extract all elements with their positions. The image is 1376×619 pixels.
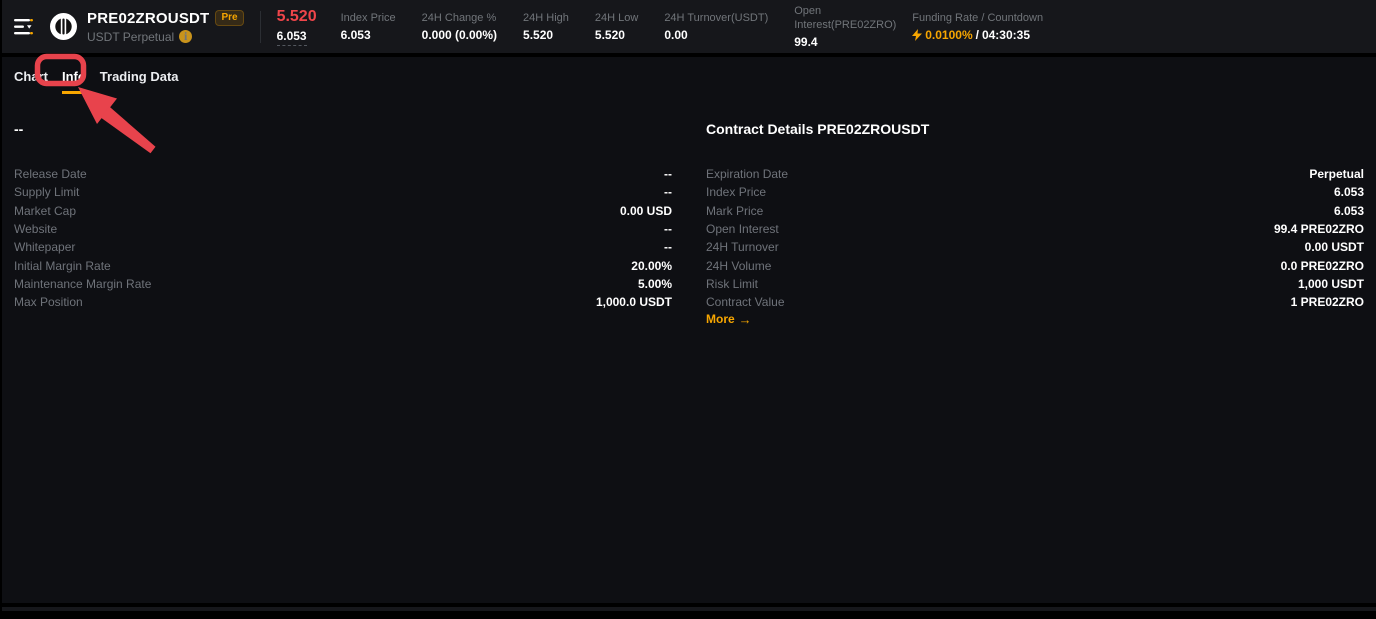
info-row-max-position: Max Position 1,000.0 USDT: [14, 293, 672, 311]
funding-rate: 0.0100%: [925, 28, 972, 42]
right-arrow-icon: →: [739, 312, 752, 327]
topbar: PRE02ZROUSDT Pre USDT Perpetual i 5.520 …: [0, 0, 1376, 53]
info-row-supply-limit: Supply Limit --: [14, 183, 672, 201]
topbar-stats: Index Price 6.053 24H Change % 0.000 (0.…: [341, 4, 1044, 49]
symbol-name: PRE02ZROUSDT: [87, 10, 209, 27]
info-row-release-date: Release Date --: [14, 165, 672, 183]
mark-price-underlined[interactable]: 6.053: [277, 29, 307, 46]
token-logo-icon: [50, 13, 77, 40]
stat-open-interest: Open Interest(PRE02ZRO) 99.4: [794, 4, 886, 49]
stat-24h-change: 24H Change % 0.000 (0.00%): [422, 11, 497, 42]
info-row-website: Website --: [14, 220, 672, 238]
contract-details-section: Contract Details PRE02ZROUSDT Expiration…: [706, 121, 1364, 327]
pre-badge: Pre: [215, 10, 243, 26]
last-price: 5.520: [277, 8, 317, 26]
price-block: 5.520 6.053: [277, 8, 317, 46]
info-row-initial-margin-rate: Initial Margin Rate 20.00%: [14, 256, 672, 274]
info-row-whitepaper: Whitepaper --: [14, 238, 672, 256]
more-link[interactable]: More →: [706, 312, 752, 327]
token-info-section: -- Release Date -- Supply Limit -- Marke…: [14, 121, 672, 327]
stat-index-price: Index Price 6.053: [341, 11, 396, 42]
info-icon[interactable]: i: [179, 30, 192, 43]
stat-24h-low: 24H Low 5.520: [595, 11, 638, 42]
funding-countdown: 04:30:35: [982, 28, 1030, 42]
contract-row-mark-price: Mark Price 6.053: [706, 202, 1364, 220]
contract-row-expiration-date: Expiration Date Perpetual: [706, 165, 1364, 183]
contract-row-contract-value: Contract Value 1 PRE02ZRO: [706, 293, 1364, 311]
tab-trading-data[interactable]: Trading Data: [100, 69, 179, 91]
topbar-divider: [260, 11, 261, 43]
bottom-strip: [0, 603, 1376, 611]
markets-menu-icon[interactable]: [14, 19, 34, 35]
tab-bar: Chart Info Trading Data: [14, 57, 1364, 90]
contract-type-label: USDT Perpetual: [87, 30, 174, 44]
contract-row-24h-volume: 24H Volume 0.0 PRE02ZRO: [706, 256, 1364, 274]
stat-24h-high: 24H High 5.520: [523, 11, 569, 42]
info-panel: Chart Info Trading Data -- Release Date …: [0, 53, 1376, 603]
contract-row-index-price: Index Price 6.053: [706, 183, 1364, 201]
contract-row-open-interest: Open Interest 99.4 PRE02ZRO: [706, 220, 1364, 238]
contract-row-risk-limit: Risk Limit 1,000 USDT: [706, 275, 1364, 293]
info-row-maintenance-margin-rate: Maintenance Margin Rate 5.00%: [14, 275, 672, 293]
contract-details-title: Contract Details PRE02ZROUSDT: [706, 121, 1364, 138]
tab-info[interactable]: Info: [62, 69, 86, 94]
tab-chart[interactable]: Chart: [14, 69, 48, 91]
token-title: --: [14, 121, 672, 138]
contract-row-24h-turnover: 24H Turnover 0.00 USDT: [706, 238, 1364, 256]
stat-24h-turnover: 24H Turnover(USDT) 0.00: [664, 11, 768, 42]
stat-funding-countdown: Funding Rate / Countdown 0.0100% / 04:30…: [912, 11, 1043, 42]
lightning-icon: [912, 29, 922, 41]
symbol-block[interactable]: PRE02ZROUSDT Pre USDT Perpetual i: [87, 10, 244, 44]
info-row-market-cap: Market Cap 0.00 USD: [14, 202, 672, 220]
